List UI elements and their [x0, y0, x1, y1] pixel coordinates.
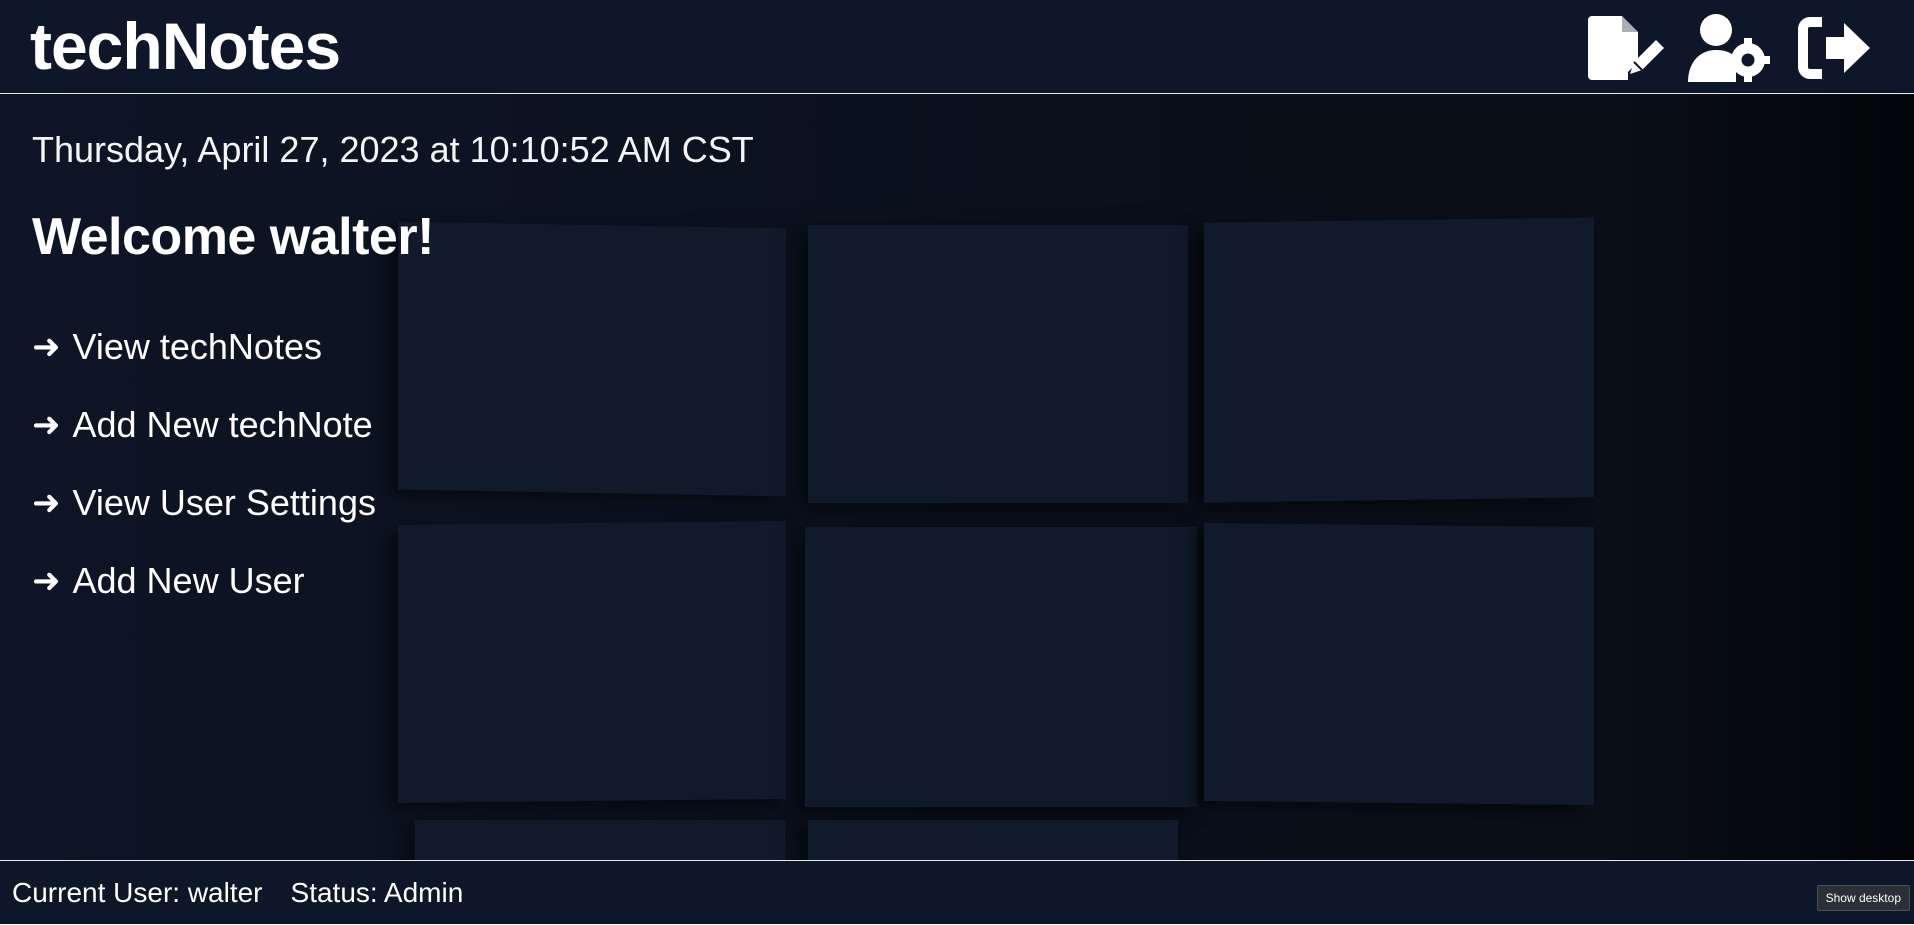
show-desktop-tooltip: Show desktop: [1816, 885, 1910, 911]
new-note-icon: [1588, 16, 1664, 80]
footer-status: Current User: walter Status: Admin: [12, 877, 463, 909]
header-nav-icons: [1582, 10, 1878, 86]
logout-button[interactable]: [1790, 10, 1878, 86]
status-text: Status: Admin: [290, 877, 464, 908]
logout-icon: [1798, 17, 1870, 79]
sticky-note-bg: [398, 221, 786, 497]
sticky-note-bg: [1204, 522, 1594, 806]
welcome-heading: Welcome walter!: [32, 208, 434, 266]
link-label: Add New techNote: [72, 404, 373, 445]
user-settings-icon: [1688, 14, 1770, 82]
arrow-right-icon: ➜: [32, 562, 61, 600]
new-note-button[interactable]: [1582, 10, 1670, 86]
sticky-note-bg: [805, 527, 1197, 807]
arrow-right-icon: ➜: [32, 406, 61, 444]
link-label: View User Settings: [72, 482, 376, 523]
link-label: Add New User: [72, 560, 305, 601]
view-user-settings-link[interactable]: ➜ View User Settings: [32, 464, 376, 542]
app-window: techNotes Thursday, April 27, 2023 at 10…: [0, 0, 1914, 924]
sticky-note-bg: [398, 520, 786, 804]
brand-title[interactable]: techNotes: [30, 6, 341, 86]
add-user-link[interactable]: ➜ Add New User: [32, 542, 376, 620]
add-note-link[interactable]: ➜ Add New techNote: [32, 386, 376, 464]
sticky-note-bg: [808, 820, 1178, 860]
view-notes-link[interactable]: ➜ View techNotes: [32, 308, 376, 386]
dashboard-links: ➜ View techNotes ➜ Add New techNote ➜ Vi…: [32, 308, 376, 620]
main-content: Thursday, April 27, 2023 at 10:10:52 AM …: [0, 95, 1914, 860]
footer: Current User: walter Status: Admin Show d…: [0, 860, 1914, 924]
current-datetime: Thursday, April 27, 2023 at 10:10:52 AM …: [32, 129, 754, 170]
sticky-note-bg: [415, 820, 785, 860]
sticky-note-bg: [1204, 217, 1594, 503]
arrow-right-icon: ➜: [32, 484, 61, 522]
sticky-note-bg: [808, 225, 1188, 503]
header: techNotes: [0, 0, 1914, 94]
user-settings-button[interactable]: [1686, 10, 1774, 86]
current-user-text: Current User: walter: [12, 877, 263, 908]
link-label: View techNotes: [72, 326, 322, 367]
background-shade: [1594, 95, 1914, 860]
arrow-right-icon: ➜: [32, 328, 61, 366]
